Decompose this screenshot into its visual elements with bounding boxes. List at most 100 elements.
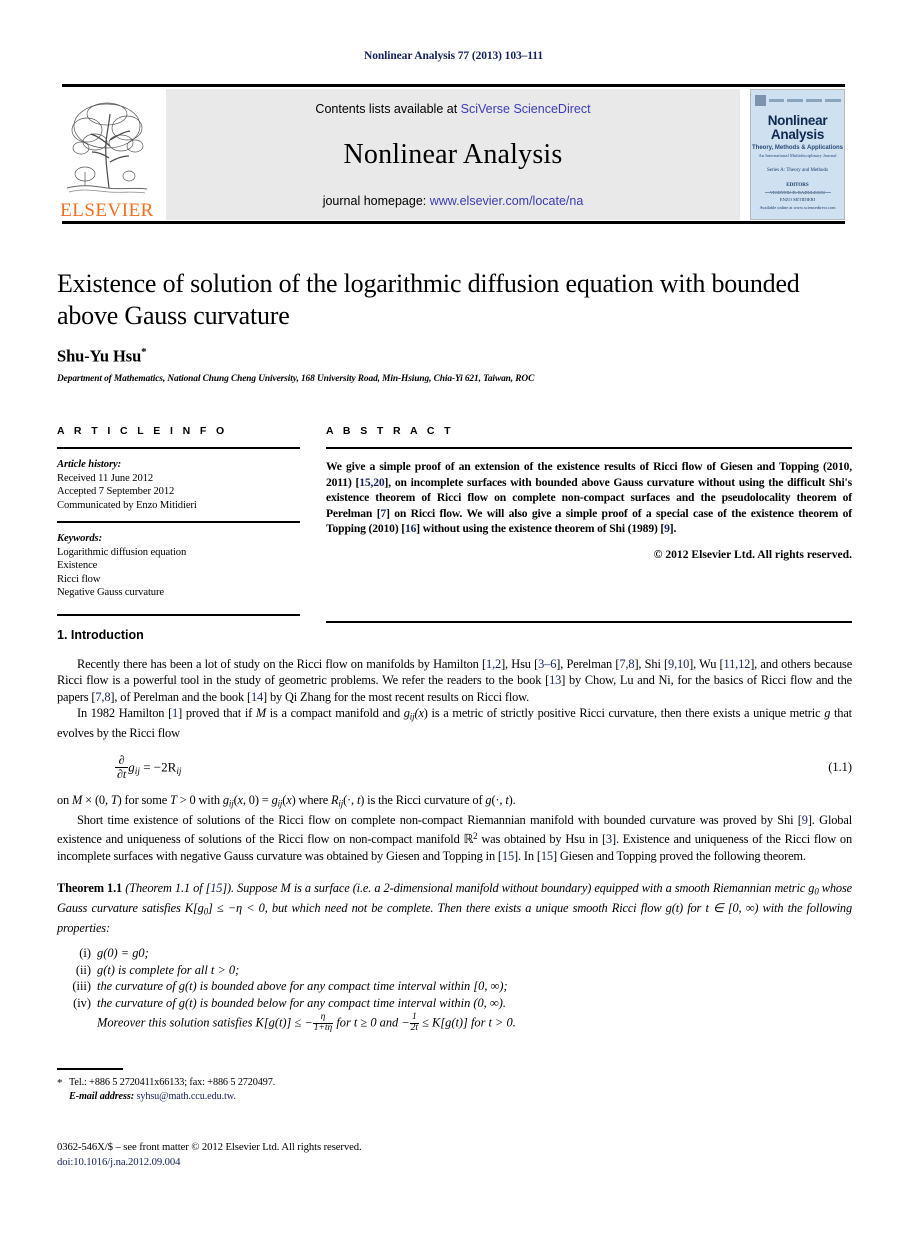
journal-masthead: ELSEVIER Contents lists available at Sci…: [60, 84, 845, 224]
list-item-text: the curvature of g(t) is bounded above f…: [97, 979, 508, 994]
homepage-prefix: journal homepage:: [322, 194, 430, 208]
list-item-text: g(t) is complete for all t > 0;: [97, 962, 240, 977]
keyword-item: Logarithmic diffusion equation: [57, 546, 187, 558]
issn-front-matter-line: 0362-546X/$ – see front matter © 2012 El…: [57, 1141, 362, 1153]
cover-topbar-lines: [768, 99, 841, 102]
footnote-email: E-mail address: syhsu@math.ccu.edu.tw.: [57, 1090, 477, 1104]
article-info-heading: A R T I C L E I N F O: [57, 425, 228, 437]
moreover-mid: for t ≥ 0 and −: [333, 1015, 410, 1030]
running-head: Nonlinear Analysis 77 (2013) 103–111: [364, 50, 543, 62]
section-heading-introduction: 1. Introduction: [57, 628, 144, 642]
fraction-numerator: η: [320, 1012, 326, 1023]
theorem-1-1: Theorem 1.1 (Theorem 1.1 of [15]). Suppo…: [57, 880, 852, 936]
paper-page: Nonlinear Analysis 77 (2013) 103–111 ELS…: [0, 0, 907, 1238]
keywords-group: Keywords: Logarithmic diffusion equation…: [57, 532, 300, 600]
contents-available-line: Contents lists available at SciVerse Sci…: [315, 102, 590, 116]
theorem-statement: (Theorem 1.1 of [15]). Suppose M is a su…: [57, 881, 852, 936]
footnote-separator-rule: [57, 1068, 123, 1070]
fraction-denominator: 2t: [409, 1023, 420, 1034]
masthead-center-panel: Contents lists available at SciVerse Sci…: [166, 89, 740, 220]
paragraph: Short time existence of solutions of the…: [57, 813, 852, 863]
keywords-label: Keywords:: [57, 532, 103, 544]
cover-elsevier-mark-icon: [754, 95, 766, 106]
fraction-denominator: 1+tη: [312, 1023, 334, 1034]
journal-title: Nonlinear Analysis: [343, 139, 563, 170]
cover-footer: Available online at www.sciencedirect.co…: [751, 192, 844, 214]
elsevier-tree-icon: [66, 102, 148, 194]
abstract-column: A B S T R A C T We give a simple proof o…: [326, 425, 852, 623]
paragraph: In 1982 Hamilton [1] proved that if M is…: [57, 706, 852, 741]
article-info-rule-2: [57, 521, 300, 523]
cover-footer-text: Available online at www.sciencedirect.co…: [759, 205, 836, 210]
list-item-text: g(0) = g0;: [97, 946, 149, 961]
fraction-numerator: ∂: [118, 752, 125, 767]
masthead-bottom-rule: [62, 221, 845, 224]
list-item: (iv) the curvature of g(t) is bounded be…: [57, 995, 852, 1011]
abstract-heading: A B S T R A C T: [326, 425, 454, 437]
curvature-bound-fraction-1: η 1+tη: [312, 1012, 334, 1034]
footnote-tel: * Tel.: +886 5 2720411x66133; fax: +886 …: [57, 1076, 477, 1090]
abstract-rule-bottom: [326, 620, 852, 623]
equation-rhs-subscript: ij: [176, 766, 182, 777]
cover-title-line2: Analysis: [770, 127, 825, 142]
author-list: Shu-Yu Hsu*: [57, 346, 852, 367]
sciencedirect-link[interactable]: SciVerse ScienceDirect: [461, 102, 591, 116]
fraction-denominator: ∂t: [115, 767, 129, 782]
masthead-top-rule: [62, 84, 845, 87]
moreover-lead: Moreover this solution satisfies K[g(t)]…: [97, 1015, 313, 1030]
keyword-item: Existence: [57, 560, 98, 572]
article-info-rule-3: [57, 613, 300, 616]
keyword-item: Ricci flow: [57, 573, 101, 585]
list-item-marker: (iii): [72, 979, 91, 994]
article-history-group: Article history: Received 11 June 2012 A…: [57, 458, 300, 512]
affiliation: Department of Mathematics, National Chun…: [57, 373, 535, 384]
theorem-properties-list: (i) g(0) = g0; (ii) g(t) is complete for…: [57, 945, 852, 1011]
author-footnote-marker[interactable]: *: [141, 346, 147, 358]
footnote-star-marker: *: [57, 1076, 63, 1089]
journal-cover-thumbnail: Nonlinear Analysis Theory, Methods & App…: [750, 89, 845, 220]
article-info-column: A R T I C L E I N F O Article history: R…: [57, 425, 300, 623]
journal-homepage-link[interactable]: www.elsevier.com/locate/na: [430, 194, 584, 208]
paragraph: Recently there has been a lot of study o…: [57, 657, 853, 704]
partial-derivative-fraction: ∂ ∂t: [115, 752, 129, 783]
footnote-tel-text: Tel.: +886 5 2720411x66133; fax: +886 5 …: [69, 1076, 276, 1088]
journal-homepage-line: journal homepage: www.elsevier.com/locat…: [323, 194, 584, 208]
list-item: (ii) g(t) is complete for all t > 0;: [57, 962, 852, 978]
keyword-item: Negative Gauss curvature: [57, 587, 165, 599]
equation-number: (1.1): [828, 760, 852, 775]
abstract-copyright: © 2012 Elsevier Ltd. All rights reserved…: [653, 547, 852, 561]
email-address-label: E-mail address:: [69, 1090, 135, 1102]
elsevier-logo: ELSEVIER: [60, 89, 158, 221]
contents-prefix: Contents lists available at: [315, 102, 461, 116]
theorem-moreover-statement: Moreover this solution satisfies K[g(t)]…: [57, 1012, 852, 1034]
abstract-rule-top: [326, 447, 852, 449]
author-name: Shu-Yu Hsu: [57, 346, 142, 366]
info-abstract-section: A R T I C L E I N F O Article history: R…: [57, 425, 852, 623]
article-body: 1. Introduction Recently there has been …: [57, 628, 852, 1034]
list-item-marker: (ii): [75, 962, 91, 977]
title-block: Existence of solution of the logarithmic…: [57, 268, 852, 384]
moreover-tail: ≤ K[g(t)] for t > 0.: [419, 1015, 516, 1030]
email-address-link[interactable]: syhsu@math.ccu.edu.tw.: [136, 1091, 235, 1102]
cover-subtitle-1: Theory, Methods & Applications: [751, 145, 843, 151]
cover-topbar: [754, 94, 841, 107]
doi-link[interactable]: doi:10.1016/j.na.2012.09.004: [57, 1155, 557, 1170]
cover-subtitle-2: An International Multidisciplinary Journ…: [758, 153, 837, 158]
list-item-marker: (iv): [73, 995, 91, 1010]
theorem-label: Theorem 1.1: [57, 881, 123, 896]
list-item: (i) g(0) = g0;: [57, 945, 852, 961]
paragraph: on M × (0, T) for some T > 0 with gij(x,…: [57, 793, 516, 809]
cover-title: Nonlinear Analysis: [768, 114, 828, 142]
article-history-item: Received 11 June 2012: [57, 472, 154, 484]
curvature-bound-fraction-2: 1 2t: [409, 1012, 420, 1034]
equation-body: ∂ ∂t gij = −2Rij: [57, 752, 828, 783]
equation-lhs-subscript: ij: [134, 766, 140, 777]
cover-editors-label: EDITORS: [786, 183, 809, 188]
article-history-item: Accepted 7 September 2012: [57, 486, 175, 498]
article-history-label: Article history:: [57, 459, 122, 470]
list-item-text: the curvature of g(t) is bounded below f…: [97, 995, 506, 1010]
equation-1-1: ∂ ∂t gij = −2Rij (1.1): [57, 752, 852, 783]
abstract-text: We give a simple proof of an extension o…: [326, 460, 853, 536]
elsevier-wordmark: ELSEVIER: [60, 200, 154, 221]
page-title: Existence of solution of the logarithmic…: [57, 269, 800, 330]
